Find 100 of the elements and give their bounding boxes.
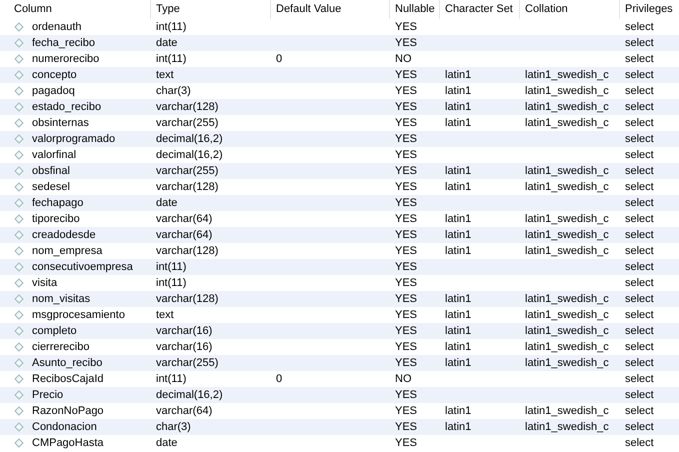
table-cell: select (625, 165, 654, 177)
table-cell: select (625, 69, 654, 81)
table-cell: select (625, 117, 654, 129)
table-cell: latin1 (445, 245, 472, 257)
table-cell: varchar(64) (156, 229, 212, 241)
table-cell: varchar(128) (156, 181, 218, 193)
column-header[interactable]: Nullable (390, 0, 440, 19)
table-cell: latin1_swedish_c (525, 229, 609, 241)
table-cell: select (625, 213, 654, 225)
table-cell: nom_visitas (32, 293, 90, 305)
table-cell: select (625, 245, 654, 257)
table-cell: YES (395, 133, 418, 145)
table-cell: text (156, 69, 174, 81)
table-cell: YES (395, 37, 418, 49)
table-cell: RecibosCajaId (32, 373, 104, 385)
table-cell: varchar(128) (156, 101, 218, 113)
table-cell: YES (395, 341, 418, 353)
table-cell: RazonNoPago (32, 405, 104, 417)
table-cell: int(11) (156, 21, 186, 33)
table-cell: decimal(16,2) (156, 149, 223, 161)
table-cell: int(11) (156, 277, 186, 289)
table-cell: pagadoq (32, 85, 75, 97)
table-cell: Condonacion (32, 421, 97, 433)
table-cell: date (156, 197, 178, 209)
table-cell: latin1_swedish_c (525, 421, 609, 433)
table-cell: select (625, 325, 654, 337)
table-cell: varchar(255) (156, 165, 218, 177)
table-cell: YES (395, 229, 418, 241)
table-cell: nom_empresa (32, 245, 102, 257)
table-cell: latin1_swedish_c (525, 213, 609, 225)
table-cell: varchar(128) (156, 245, 218, 257)
table-cell: latin1 (445, 165, 472, 177)
table-cell: YES (395, 277, 418, 289)
table-cell: YES (395, 213, 418, 225)
table-cell: YES (395, 165, 418, 177)
column-header[interactable]: Column (0, 0, 151, 19)
table-cell: varchar(255) (156, 357, 218, 369)
table-cell: YES (395, 437, 418, 449)
table-cell: concepto (32, 69, 77, 81)
table-cell: Asunto_recibo (32, 357, 102, 369)
column-header[interactable]: Privileges (620, 0, 679, 19)
table-cell: char(3) (156, 421, 191, 433)
table-cell: text (156, 309, 174, 321)
table-cell: numerorecibo (32, 53, 100, 65)
table-cell: latin1_swedish_c (525, 117, 609, 129)
table-cell: YES (395, 245, 418, 257)
table-cell: ordenauth (32, 21, 82, 33)
table-cell: latin1_swedish_c (525, 325, 609, 337)
table-cell: latin1 (445, 69, 472, 81)
table-cell: select (625, 357, 654, 369)
table-cell: YES (395, 309, 418, 321)
table-cell: 0 (276, 53, 282, 65)
table-cell: NO (395, 53, 412, 65)
table-cell: varchar(255) (156, 117, 218, 129)
table-cell: sedesel (32, 181, 70, 193)
table-cell: latin1 (445, 309, 472, 321)
column-header[interactable]: Type (151, 0, 271, 19)
table-cell: latin1_swedish_c (525, 245, 609, 257)
table-cell: int(11) (156, 53, 186, 65)
table-cell: YES (395, 101, 418, 113)
table-cell: creadodesde (32, 229, 96, 241)
table-cell: 0 (276, 373, 282, 385)
table-cell: select (625, 277, 654, 289)
table-cell: tiporecibo (32, 213, 80, 225)
table-cell: select (625, 309, 654, 321)
table-cell: select (625, 149, 654, 161)
table-cell: latin1 (445, 325, 472, 337)
table-cell: select (625, 85, 654, 97)
table-cell: decimal(16,2) (156, 389, 223, 401)
table-cell: YES (395, 117, 418, 129)
table-cell: latin1 (445, 181, 472, 193)
table-cell: select (625, 341, 654, 353)
table-cell: latin1_swedish_c (525, 165, 609, 177)
column-header[interactable]: Collation (520, 0, 620, 19)
table-cell: obsfinal (32, 165, 70, 177)
table-cell: latin1 (445, 213, 472, 225)
table-cell: latin1 (445, 421, 472, 433)
table-cell: latin1 (445, 357, 472, 369)
table-cell: select (625, 373, 654, 385)
column-header[interactable]: Character Set (440, 0, 520, 19)
table-cell: YES (395, 261, 418, 273)
table-cell: select (625, 437, 654, 449)
table-cell: cierrerecibo (32, 341, 90, 353)
table-cell: latin1 (445, 101, 472, 113)
table-cell: varchar(16) (156, 341, 212, 353)
table-cell: estado_recibo (32, 101, 102, 113)
column-header[interactable]: Default Value (271, 0, 390, 19)
table-cell: select (625, 37, 654, 49)
table-cell: select (625, 229, 654, 241)
table-cell: YES (395, 85, 418, 97)
table-cell: fecha_recibo (32, 37, 95, 49)
table-cell: latin1 (445, 117, 472, 129)
table-cell: YES (395, 21, 418, 33)
table-cell: latin1_swedish_c (525, 357, 609, 369)
table-cell: latin1_swedish_c (525, 69, 609, 81)
table-cell: completo (32, 325, 77, 337)
table-cell: NO (395, 373, 412, 385)
table-cell: fechapago (32, 197, 84, 209)
table-cell: obsinternas (32, 117, 89, 129)
table-cell: YES (395, 149, 418, 161)
